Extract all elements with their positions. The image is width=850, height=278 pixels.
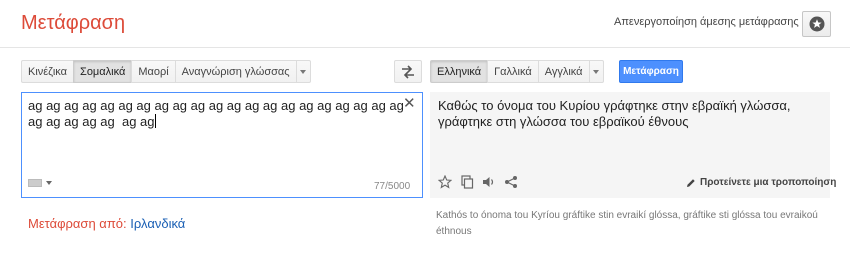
star-icon (809, 16, 824, 32)
speaker-icon[interactable] (482, 175, 496, 189)
app-title: Μετάφραση (21, 12, 126, 34)
input-tools-button[interactable] (28, 179, 52, 187)
source-lang-chinese[interactable]: Κινέζικα (21, 60, 74, 83)
text-cursor (154, 114, 156, 128)
transliteration: Kathós to ónoma tou Kyríou gráftike stin… (436, 210, 818, 237)
translation-tools (438, 175, 518, 189)
detected-language: Μετάφραση από: Ιρλανδικά (28, 216, 185, 231)
suggest-edit-label: Προτείνετε μια τροποποίηση (700, 177, 837, 188)
detected-language-label: Μετάφραση από: (28, 216, 127, 231)
keyboard-icon (28, 179, 42, 187)
source-text-area[interactable]: ag ag ag ag ag ag ag ag ag ag ag ag ag a… (21, 92, 423, 198)
clear-text-icon[interactable]: ✕ (403, 96, 416, 111)
copy-icon[interactable] (460, 175, 474, 189)
character-count: 77/5000 (374, 181, 411, 192)
source-text[interactable]: ag ag ag ag ag ag ag ag ag ag ag ag ag a… (28, 98, 413, 130)
source-lang-detect[interactable]: Αναγνώριση γλώσσας (174, 60, 296, 83)
suggest-edit-button[interactable]: Προτείνετε μια τροποποίηση (686, 177, 836, 188)
source-lang-dropdown[interactable] (295, 60, 311, 83)
translation-text[interactable]: Καθώς το όνομα του Κυρίου γράφτηκε στην … (438, 98, 823, 130)
target-lang-dropdown[interactable] (588, 60, 604, 83)
chevron-down-icon (46, 181, 52, 185)
target-lang-greek[interactable]: Ελληνικά (430, 60, 488, 83)
translate-button[interactable]: Μετάφραση (619, 60, 683, 83)
share-icon[interactable] (504, 175, 518, 189)
swap-icon (402, 64, 414, 79)
source-language-bar: Κινέζικα Σομαλικά Μαορί Αναγνώριση γλώσσ… (21, 60, 311, 83)
source-text-content: ag ag ag ag ag ag ag ag ag ag ag ag ag a… (28, 98, 408, 129)
target-lang-french[interactable]: Γαλλικά (487, 60, 538, 83)
star-icon[interactable] (438, 175, 452, 189)
chevron-down-icon (593, 69, 600, 74)
top-bar: Μετάφραση Απενεργοποίηση άμεσης μετάφρασ… (0, 0, 850, 48)
source-lang-maori[interactable]: Μαορί (131, 60, 175, 83)
pencil-icon (687, 178, 695, 187)
translation-result-area: Καθώς το όνομα του Κυρίου γράφτηκε στην … (430, 92, 836, 198)
starred-button[interactable] (802, 11, 831, 37)
instant-translation-toggle[interactable]: Απενεργοποίηση άμεσης μετάφρασης (614, 16, 799, 28)
target-language-bar: Ελληνικά Γαλλικά Αγγλικά (430, 60, 604, 83)
swap-languages-button[interactable] (394, 60, 422, 83)
detected-language-link[interactable]: Ιρλανδικά (130, 216, 185, 231)
target-lang-english[interactable]: Αγγλικά (537, 60, 589, 83)
source-lang-somali[interactable]: Σομαλικά (73, 60, 132, 83)
chevron-down-icon (300, 69, 307, 74)
